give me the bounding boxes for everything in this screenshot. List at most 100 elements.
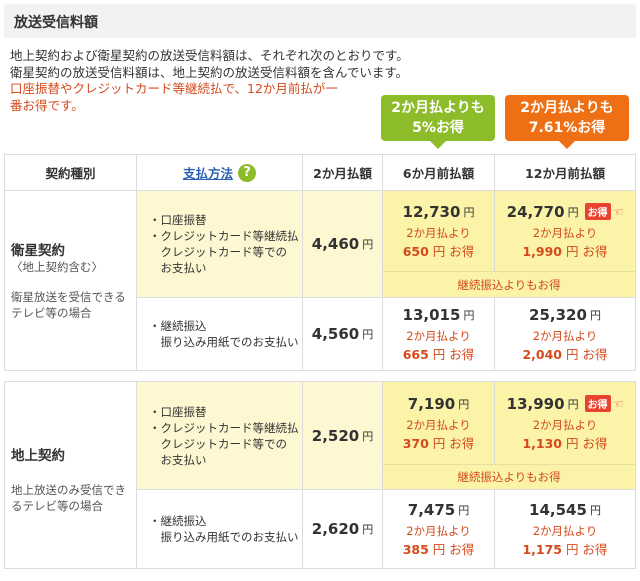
otoku-text: お得 (582, 346, 608, 362)
method-line: ・口座振替 (149, 213, 207, 227)
otoku-text: お得 (449, 541, 475, 557)
yen-unit: 円 (432, 243, 446, 259)
six-month-price: 13,015 円 2か月払より 665 円 お得 (383, 298, 495, 370)
satellite-fee-table: 契約種別 支払方法 ? 2か月払額 6か月前払額 12か月前払額 衛星契約 〈地… (4, 154, 636, 371)
method-line: クレジットカード等での (149, 245, 287, 259)
yen-unit: 円 (432, 346, 446, 362)
yen-unit: 円 (566, 435, 579, 451)
otoku-text: お得 (449, 435, 475, 451)
section-header: 放送受信料額 (4, 4, 636, 38)
savings-label: 2か月払より (532, 328, 598, 343)
six-month-price: 7,190 円 2か月払より 370 円 お得 (383, 382, 495, 464)
savings-label: 2か月払より (406, 225, 471, 240)
savings-label: 2か月払より (406, 417, 471, 432)
savings-value: 650 (402, 243, 429, 259)
yen-unit: 円 (566, 346, 579, 362)
method-line: 振り込み用紙でのお支払い (149, 530, 299, 544)
savings-value: 385 (402, 541, 429, 557)
price-value: 24,770 (506, 202, 565, 221)
otoku-text: お得 (449, 346, 475, 362)
six-month-savings-bubble: 2か月払よりも 5%お得 (381, 95, 495, 149)
otoku-text: お得 (449, 243, 475, 259)
savings-label: 2か月払より (406, 328, 471, 343)
price-value: 13,990 (506, 394, 565, 413)
contract-type-satellite: 衛星契約 〈地上契約含む〉 衛星放送を受信できる テレビ等の場合 (5, 191, 137, 370)
yen-unit: 円 (463, 308, 475, 322)
two-month-amount: 4,560 円 (303, 298, 383, 370)
price-value: 7,475 (407, 500, 456, 519)
amount-value: 2,620 (311, 520, 360, 538)
method-line: お支払い (149, 452, 207, 467)
header-twelve-month: 12か月前払額 (495, 155, 635, 191)
method-line: ・継続振込 (149, 319, 207, 333)
savings-value: 1,130 (522, 435, 563, 451)
yen-unit: 円 (567, 397, 579, 411)
contract-type-desc-2: るテレビ等の場合 (11, 499, 103, 513)
contract-type-desc-2: テレビ等の場合 (11, 306, 92, 320)
header-two-month: 2か月払額 (303, 155, 383, 191)
twelve-month-price: 24,770 円お得 ☜ 2か月払より 1,990 円 お得 (495, 191, 635, 271)
bubble-percent: 7.61%お得 (528, 120, 606, 136)
contract-type-desc-1: 衛星放送を受信できる (11, 290, 126, 304)
twelve-month-price: 13,990 円お得 ☜ 2か月払より 1,130 円 お得 (495, 382, 635, 464)
twelve-month-price: 14,545 円 2か月払より 1,175 円 お得 (495, 490, 635, 568)
contract-type-title: 衛星契約 (11, 243, 65, 259)
twelve-month-price: 25,320 円 2か月払より 2,040 円 お得 (495, 298, 635, 370)
savings-label: 2か月払より (406, 523, 471, 538)
yen-unit: 円 (463, 205, 475, 219)
header-contract-type: 契約種別 (5, 155, 137, 191)
contract-type-terrestrial: 地上契約 地上放送のみ受信でき るテレビ等の場合 (5, 382, 137, 568)
payment-method-link[interactable]: 支払方法 (183, 163, 233, 182)
contract-type-subtitle: 〈地上契約含む〉 (11, 260, 103, 274)
continuous-transfer-band: 継続振込よりもお得 (383, 271, 635, 298)
yen-unit: 円 (362, 523, 374, 536)
method-line: ・クレジットカード等継続払 (149, 229, 299, 243)
yen-unit: 円 (432, 541, 446, 557)
otoku-text: お得 (582, 541, 608, 557)
yen-unit: 円 (566, 541, 579, 557)
yen-unit: 円 (566, 243, 579, 259)
savings-value: 1,990 (522, 243, 563, 259)
amount-value: 4,460 (311, 235, 360, 253)
price-value: 12,730 (402, 202, 461, 221)
bubble-text: 2か月払よりも (391, 100, 485, 116)
price-value: 7,190 (407, 394, 456, 413)
two-month-amount: 2,520 円 (303, 382, 383, 490)
header-six-month: 6か月前払額 (383, 155, 495, 191)
terrestrial-fee-table: 地上契約 地上放送のみ受信でき るテレビ等の場合 ・口座振替 ・クレジットカード… (4, 381, 636, 569)
savings-label: 2か月払より (532, 523, 598, 538)
savings-value: 2,040 (522, 346, 563, 362)
continuous-transfer-band: 継続振込よりもお得 (383, 464, 635, 490)
price-value: 13,015 (402, 305, 461, 324)
yen-unit: 円 (362, 328, 374, 341)
question-icon[interactable]: ? (238, 163, 256, 182)
price-value: 25,320 (529, 305, 587, 324)
contract-type-desc-1: 地上放送のみ受信でき (11, 483, 126, 497)
yen-unit: 円 (458, 503, 470, 517)
page-title: 放送受信料額 (14, 15, 98, 31)
savings-value: 1,175 (522, 541, 563, 557)
yen-unit: 円 (567, 205, 579, 219)
yen-unit: 円 (458, 397, 470, 411)
method-line: ・口座振替 (149, 404, 207, 419)
savings-label: 2か月払より (532, 417, 598, 432)
otoku-badge: お得 (584, 395, 611, 412)
bubble-text: 2か月払よりも (520, 100, 614, 116)
otoku-text: お得 (582, 243, 608, 259)
amount-value: 4,560 (311, 325, 360, 343)
yen-unit: 円 (362, 238, 374, 251)
amount-value: 2,520 (311, 426, 360, 445)
intro-line-1: 地上契約および衛星契約の放送受信料額は、それぞれ次のとおりです。 (10, 48, 409, 63)
savings-value: 370 (402, 435, 429, 451)
method-line: 振り込み用紙でのお支払い (149, 335, 299, 349)
otoku-badge: お得 (584, 203, 611, 220)
method-line: ・クレジットカード等継続払 (149, 420, 299, 435)
payment-method-transfer: ・継続振込 振り込み用紙でのお支払い (137, 298, 303, 370)
six-month-price: 12,730 円 2か月払より 650 円 お得 (383, 191, 495, 271)
yen-unit: 円 (589, 308, 601, 322)
intro-line-2: 衛星契約の放送受信料額は、地上契約の放送受信料額を含んでいます。 (10, 64, 409, 80)
header-payment-method: 支払方法 ? (137, 155, 303, 191)
two-month-amount: 2,620 円 (303, 490, 383, 568)
payment-method-auto: ・口座振替 ・クレジットカード等継続払 クレジットカード等での お支払い (137, 382, 303, 490)
contract-type-title: 地上契約 (11, 448, 65, 464)
